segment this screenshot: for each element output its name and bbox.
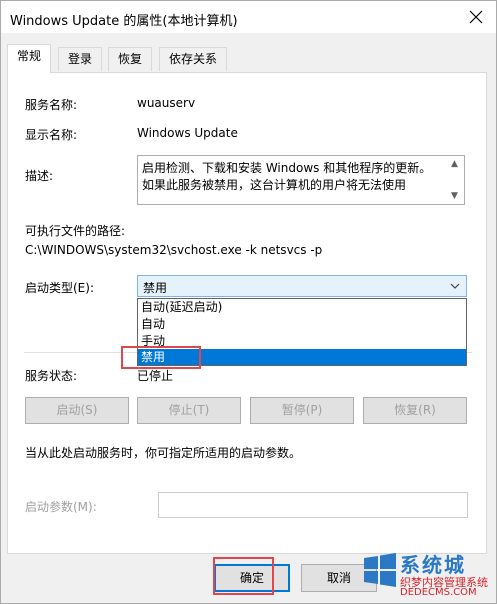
startup-type-select[interactable]: 禁用	[137, 275, 467, 297]
option-auto-delayed[interactable]: 自动(延迟启动)	[138, 299, 466, 315]
start-params-label: 启动参数(M):	[25, 500, 97, 514]
service-name-label: 服务名称:	[25, 98, 78, 112]
title-bar[interactable]: Windows Update 的属性(本地计算机)	[1, 1, 496, 33]
tab-recovery[interactable]: 恢复	[108, 47, 153, 71]
start-params-input[interactable]	[158, 492, 468, 518]
watermark-line2: DEDECMS.COM	[400, 587, 477, 598]
general-panel: 服务名称: wuauserv 显示名称: Windows Update 描述: …	[7, 72, 487, 554]
properties-window: Windows Update 的属性(本地计算机) 常规 登录 恢复 依存关系 …	[0, 0, 497, 604]
startup-type-dropdown: 自动(延迟启动) 自动 手动 禁用	[137, 298, 467, 366]
description-scrollbar[interactable]: ▲ ▼	[448, 156, 464, 204]
tab-dependencies[interactable]: 依存关系	[159, 47, 228, 71]
startup-type-label: 启动类型(E):	[25, 281, 94, 295]
tab-logon[interactable]: 登录	[58, 47, 103, 71]
site-watermark: 系统城 织梦内容管理系统 DEDECMS.COM	[356, 547, 496, 603]
start-button[interactable]: 启动(S)	[25, 397, 129, 424]
close-icon	[469, 10, 483, 24]
tab-general[interactable]: 常规	[7, 44, 52, 73]
scroll-up-icon[interactable]: ▲	[451, 159, 458, 169]
chevron-down-icon	[450, 283, 460, 289]
ok-button[interactable]: 确定	[214, 564, 290, 592]
window-title: Windows Update 的属性(本地计算机)	[10, 14, 238, 29]
description-label: 描述:	[25, 169, 54, 183]
resume-button[interactable]: 恢复(R)	[363, 397, 467, 424]
service-name-value: wuauserv	[137, 96, 196, 110]
option-auto[interactable]: 自动	[138, 316, 466, 332]
display-name-value: Windows Update	[137, 126, 238, 140]
windows-logo-icon	[364, 553, 396, 587]
display-name-label: 显示名称:	[25, 128, 78, 142]
option-manual[interactable]: 手动	[138, 333, 466, 349]
startup-type-selected: 禁用	[143, 281, 168, 295]
exe-path-value: C:\WINDOWS\system32\svchost.exe -k netsv…	[25, 243, 323, 257]
stop-button[interactable]: 停止(T)	[137, 397, 241, 424]
close-button[interactable]	[466, 7, 486, 27]
description-box[interactable]: 启用检测、下载和安装 Windows 和其他程序的更新。如果此服务被禁用，这台计…	[137, 155, 465, 205]
scroll-down-icon[interactable]: ▼	[451, 191, 458, 201]
description-text: 启用检测、下载和安装 Windows 和其他程序的更新。如果此服务被禁用，这台计…	[142, 161, 432, 192]
pause-button[interactable]: 暂停(P)	[250, 397, 354, 424]
exe-path-label: 可执行文件的路径:	[25, 224, 126, 238]
hint-text: 当从此处启动服务时，你可指定所适用的启动参数。	[25, 446, 302, 460]
option-disabled[interactable]: 禁用	[138, 349, 466, 365]
service-status-label: 服务状态:	[25, 369, 78, 383]
service-status-value: 已停止	[137, 369, 174, 383]
